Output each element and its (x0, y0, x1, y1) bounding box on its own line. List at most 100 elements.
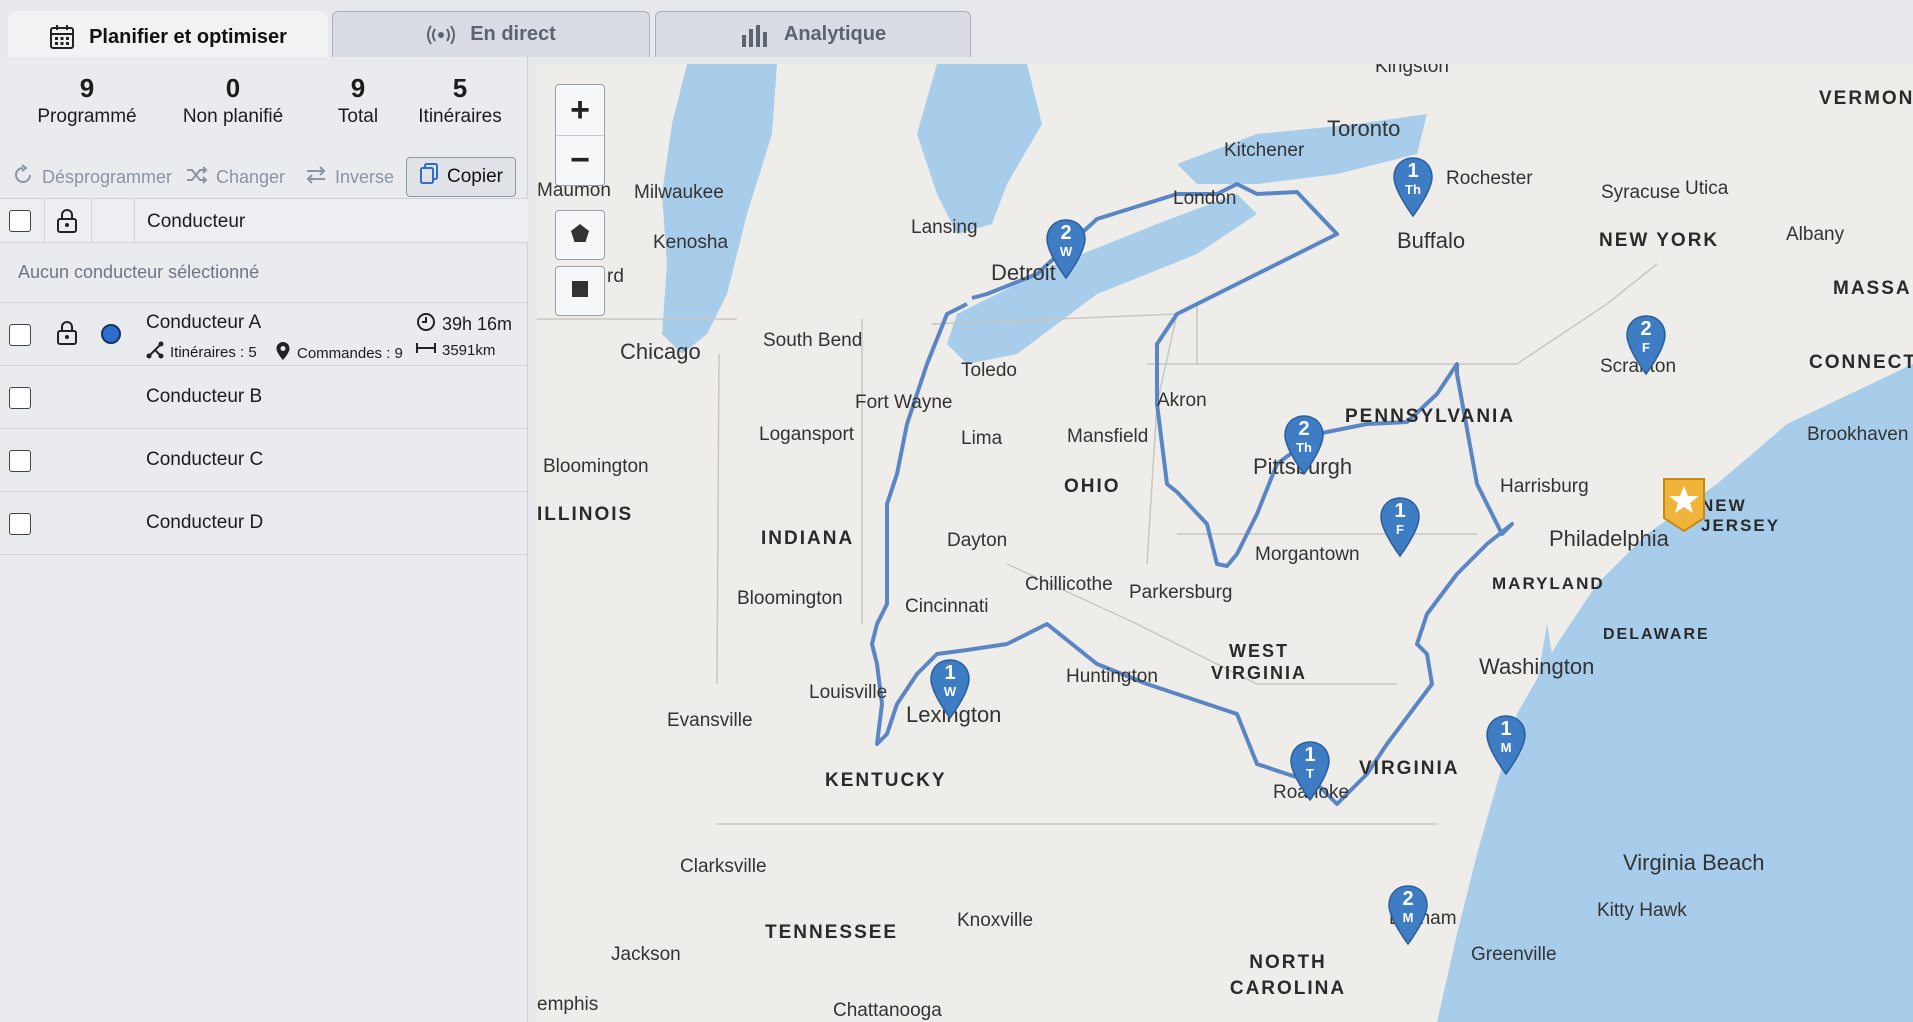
city-label: Kingston (1375, 64, 1449, 77)
city-label: Louisville (809, 682, 888, 703)
city-label: Kitty Hawk (1597, 900, 1687, 921)
refresh-icon (12, 163, 34, 191)
city-label: Toledo (961, 360, 1017, 381)
city-label: Lima (961, 428, 1003, 449)
stat-value: 9 (350, 73, 366, 103)
driver-checkbox[interactable] (9, 513, 31, 535)
city-label: Chillicothe (1025, 574, 1113, 595)
stop-number: 2 (1640, 318, 1652, 340)
route-map[interactable]: Kingston Toronto Kitchener London Milwau… (537, 64, 1913, 1022)
reverse-button[interactable]: Inverse (305, 157, 394, 197)
driver-checkbox[interactable] (9, 324, 31, 346)
duration-value: 39h 16m (442, 314, 513, 334)
city-label: Huntington (1066, 666, 1158, 687)
stop-marker[interactable]: 1 T (1289, 740, 1331, 802)
city-label: Logansport (759, 424, 855, 445)
stat-label: Programmé (37, 106, 137, 127)
tab-analytics[interactable]: Analytique (655, 11, 971, 57)
driver-checkbox[interactable] (9, 387, 31, 409)
column-divider (91, 199, 92, 242)
tab-bar: Planifier et optimiser En direct Analyti… (0, 0, 1913, 62)
routes-count: Itinéraires : 5 (170, 343, 257, 361)
zoom-in-button[interactable]: + (556, 85, 604, 135)
tab-label: Planifier et optimiser (89, 25, 287, 48)
action-label: Copier (447, 166, 503, 187)
tab-label: Analytique (783, 23, 887, 45)
tab-label: En direct (470, 23, 556, 45)
driver-row-d[interactable]: Conducteur D (0, 492, 528, 555)
orders-count: Commandes : 9 (297, 344, 403, 362)
city-label: Evansville (667, 710, 753, 731)
stop-number: 2 (1060, 222, 1072, 244)
stop-day: F (1396, 522, 1404, 537)
stop-marker[interactable]: 1 W (929, 658, 971, 720)
distance-value: 3591km (442, 341, 496, 359)
city-label: Bloomington (543, 456, 649, 477)
stop-day: W (943, 684, 957, 699)
driver-row-a[interactable]: Conducteur A 39h 16m Itinéraires : 5 Com… (0, 303, 528, 366)
sidebar: 9 Programmé 0 Non planifié 9 Total 5 Iti… (0, 57, 528, 1022)
square-icon (570, 279, 590, 304)
driver-name: Conducteur C (146, 449, 264, 470)
driver-routes: Itinéraires : 5 (146, 341, 257, 363)
zoom-out-button[interactable]: − (556, 135, 604, 185)
stop-marker[interactable]: 1 F (1379, 496, 1421, 558)
driver-orders: Commandes : 9 (275, 341, 403, 365)
stop-marker[interactable]: 2 W (1045, 218, 1087, 280)
unschedule-button[interactable]: Désprogrammer (12, 157, 172, 197)
empty-message: Aucun conducteur sélectionné (18, 262, 260, 282)
lock-icon[interactable] (55, 208, 79, 239)
lock-icon[interactable] (55, 320, 79, 351)
stat-value: 9 (79, 73, 95, 103)
stop-marker[interactable]: 1 M (1485, 714, 1527, 776)
driver-checkbox[interactable] (9, 450, 31, 472)
state-label: NEW YORK (1599, 230, 1720, 251)
city-label: Kenosha (653, 232, 729, 253)
stop-day: Th (1296, 440, 1312, 455)
copy-button[interactable]: Copier (406, 157, 516, 197)
shuffle-icon (186, 165, 208, 190)
state-label: CONNECTIC (1809, 352, 1913, 373)
city-label: Fort Wayne (855, 392, 953, 413)
stop-marker[interactable]: 2 F (1625, 314, 1667, 376)
city-label: Milwaukee (634, 182, 724, 203)
rectangle-select-button[interactable] (555, 266, 605, 316)
driver-name: Conducteur D (146, 512, 264, 533)
city-label: Syracuse (1601, 182, 1681, 203)
depot-marker[interactable] (1661, 476, 1707, 533)
driver-distance: 3591km (416, 341, 495, 359)
driver-row-c[interactable]: Conducteur C (0, 429, 528, 492)
stop-marker[interactable]: 2 Th (1283, 414, 1325, 476)
stat-value: 0 (225, 73, 241, 103)
tab-live[interactable]: En direct (332, 11, 650, 57)
driver-duration: 39h 16m (416, 312, 512, 337)
driver-column-header[interactable]: Conducteur (147, 211, 245, 233)
city-label: emphis (537, 994, 599, 1015)
tab-plan-optimize[interactable]: Planifier et optimiser (8, 11, 328, 62)
city-label: Utica (1685, 178, 1729, 199)
city-label: Mansfield (1067, 426, 1149, 447)
city-label: Chattanooga (833, 1000, 942, 1021)
stop-marker[interactable]: 2 M (1387, 884, 1429, 946)
state-label: VIRGINIA (1359, 758, 1460, 779)
city-label: Akron (1157, 390, 1207, 411)
stat-routes: 5 Itinéraires (410, 71, 510, 129)
stop-day: T (1306, 766, 1314, 781)
stop-number: 1 (1394, 500, 1406, 522)
select-all-checkbox[interactable] (9, 210, 31, 232)
change-button[interactable]: Changer (186, 157, 285, 197)
city-label: Jackson (611, 944, 681, 965)
driver-table-header: Conducteur (0, 198, 528, 243)
state-label: TENNESSEE (765, 922, 899, 943)
driver-color-dot[interactable] (101, 324, 121, 344)
city-label: Toronto (1327, 116, 1401, 141)
city-label: Harrisburg (1500, 476, 1589, 497)
stat-label: Non planifié (182, 106, 284, 127)
action-label: Changer (216, 166, 286, 187)
stop-marker[interactable]: 1 Th (1392, 156, 1434, 218)
driver-row-b[interactable]: Conducteur B (0, 366, 528, 429)
state-label: INDIANA (761, 528, 855, 549)
city-label: Kitchener (1224, 140, 1305, 161)
polygon-select-button[interactable] (555, 210, 605, 260)
clock-icon (416, 312, 436, 337)
